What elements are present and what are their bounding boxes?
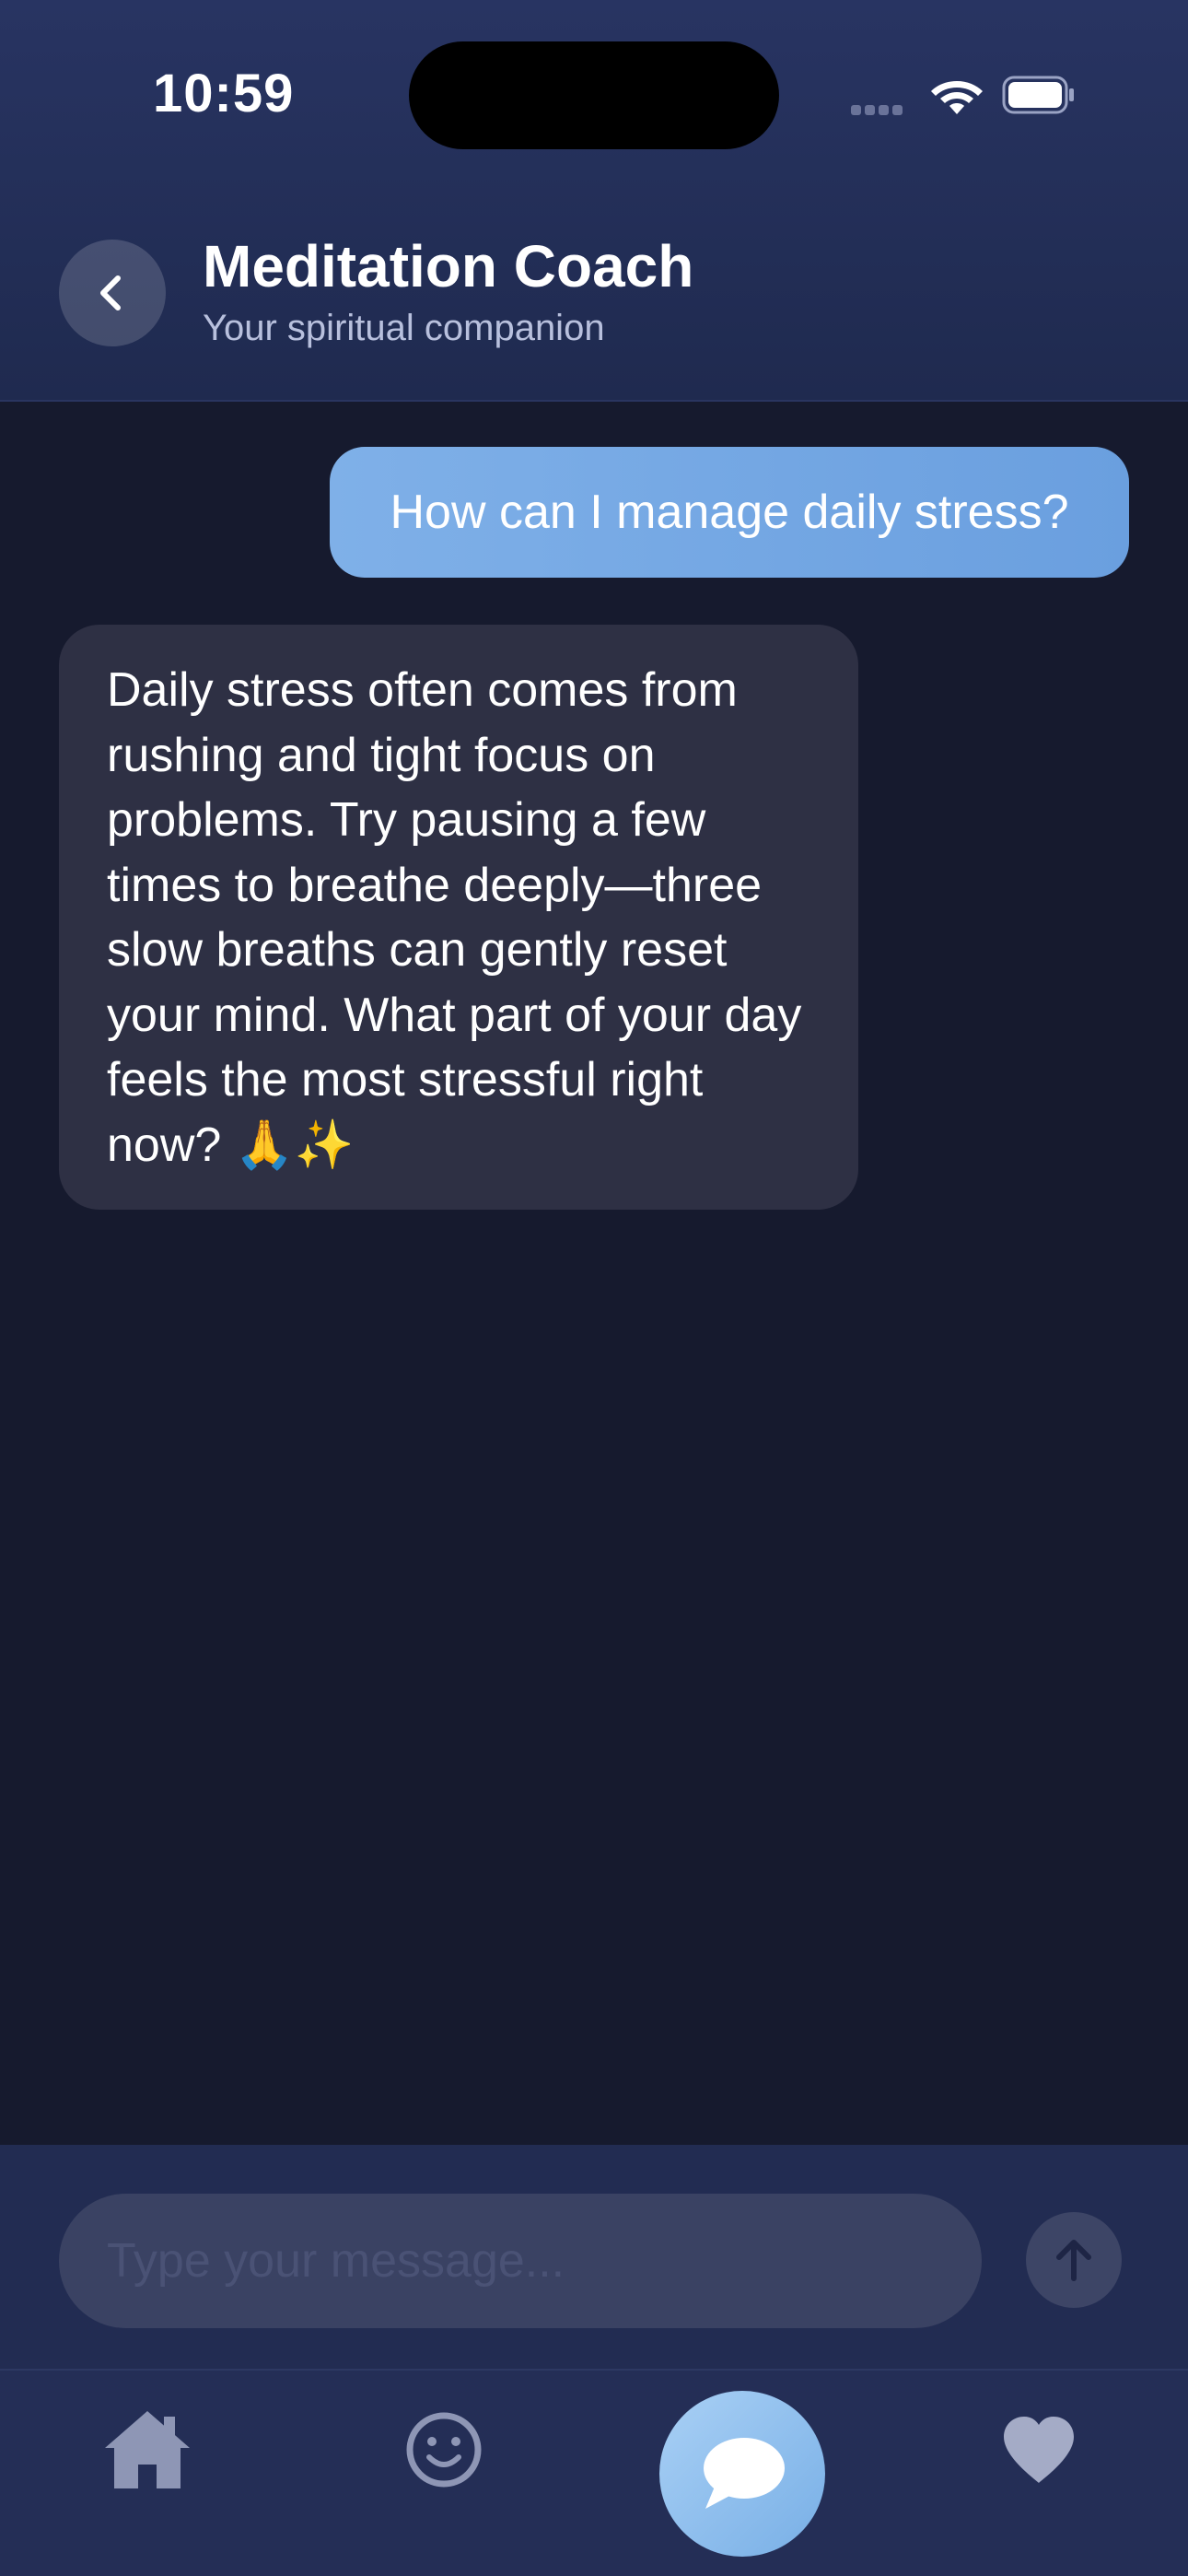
battery-icon xyxy=(1002,76,1074,114)
chevron-left-icon xyxy=(100,275,121,310)
coach-message-bubble: Daily stress often comes from rushing an… xyxy=(59,625,858,1210)
tab-mood[interactable] xyxy=(398,2404,490,2496)
home-icon xyxy=(105,2411,190,2488)
status-time: 10:59 xyxy=(153,64,295,123)
send-button[interactable] xyxy=(1026,2212,1122,2308)
smiley-icon xyxy=(406,2412,482,2488)
composer-bar xyxy=(0,2145,1188,2369)
chat-bubble-icon xyxy=(704,2438,785,2509)
dynamic-island xyxy=(409,41,779,149)
chat-screen: 10:59 Meditation Coach Your spiritual co… xyxy=(0,0,1188,2576)
tab-bar xyxy=(0,2369,1188,2576)
arrow-up-icon xyxy=(1056,2240,1091,2281)
wifi-icon xyxy=(931,81,983,114)
header: 10:59 Meditation Coach Your spiritual co… xyxy=(0,0,1188,402)
user-message-bubble: How can I manage daily stress? xyxy=(330,447,1129,578)
page-title: Meditation Coach xyxy=(203,233,694,299)
back-button[interactable] xyxy=(59,240,166,346)
tab-home[interactable] xyxy=(101,2404,193,2496)
heart-icon xyxy=(1004,2417,1074,2483)
tab-favorites[interactable] xyxy=(993,2404,1085,2496)
page-subtitle: Your spiritual companion xyxy=(203,308,605,348)
cellular-signal-icon xyxy=(851,103,910,115)
tab-chat[interactable] xyxy=(659,2391,825,2557)
message-input[interactable] xyxy=(59,2194,982,2328)
